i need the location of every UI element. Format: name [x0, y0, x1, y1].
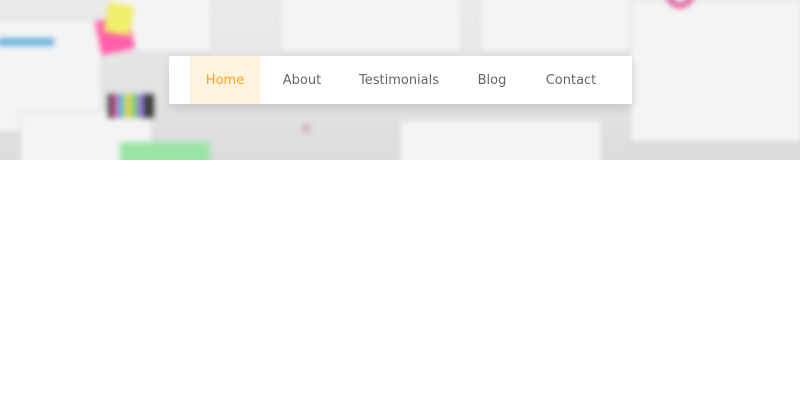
yellow-sticky-note	[103, 1, 135, 37]
paper-sheet	[630, 0, 800, 142]
color-swatch-strip	[108, 94, 154, 118]
main-navigation: Home About Testimonials Blog Contact	[169, 56, 632, 104]
page-content-area	[0, 160, 800, 416]
blue-text-strip	[0, 38, 54, 46]
nav-item-home[interactable]: Home	[190, 56, 260, 104]
green-note	[120, 142, 210, 160]
nav-item-contact[interactable]: Contact	[530, 56, 612, 104]
paper-sheet	[280, 0, 462, 52]
paper-sheet	[480, 0, 632, 52]
gray-mark	[302, 124, 310, 132]
nav-item-blog[interactable]: Blog	[454, 56, 530, 104]
nav-item-about[interactable]: About	[260, 56, 344, 104]
paper-sheet	[400, 120, 602, 160]
nav-item-testimonials[interactable]: Testimonials	[344, 56, 454, 104]
